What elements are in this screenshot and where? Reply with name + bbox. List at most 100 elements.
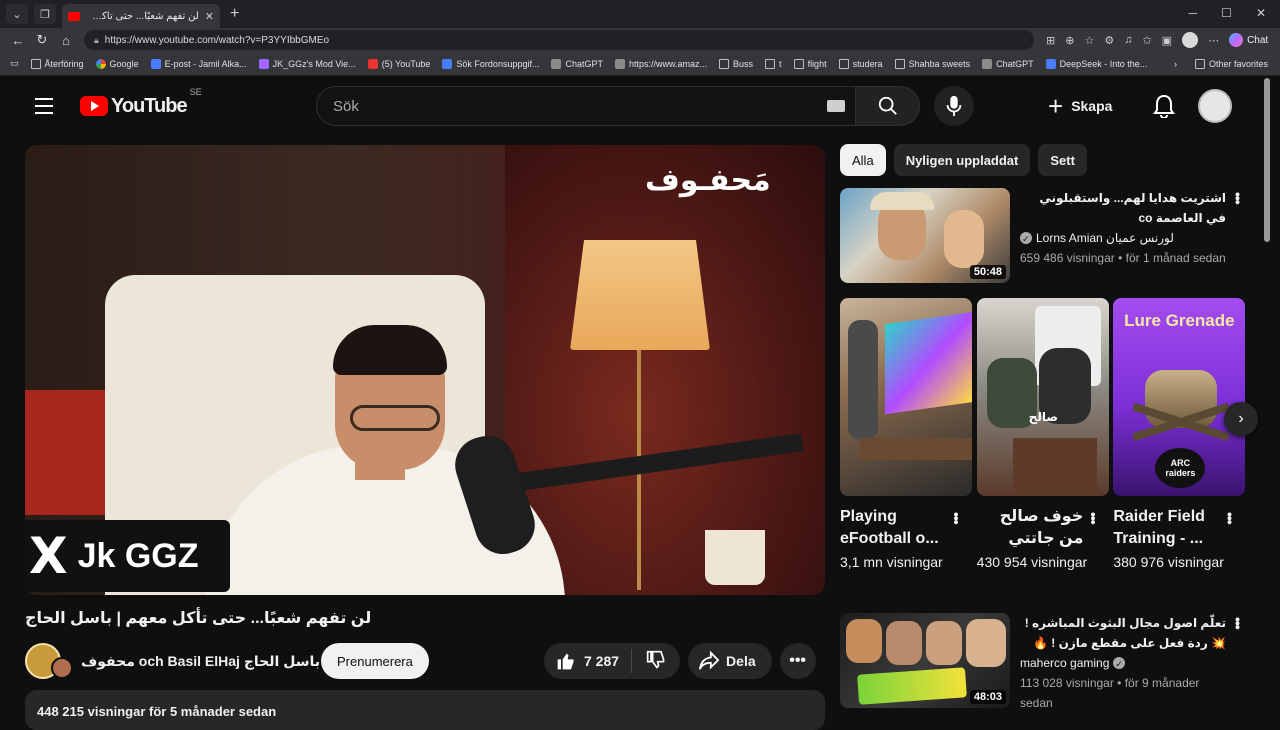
bookmark-item[interactable]: studera: [838, 58, 883, 69]
browser-menu-icon[interactable]: ⋯: [1208, 34, 1219, 47]
bookmark-item[interactable]: (5) YouTube: [367, 58, 430, 69]
bookmark-item[interactable]: ChatGPT: [982, 58, 1034, 69]
more-options-icon[interactable]: •••: [1230, 617, 1246, 629]
video-title[interactable]: اشتريت هدايا لهم... واستقبلوني في العاصم…: [1020, 188, 1226, 228]
tab-list-chevron-icon[interactable]: ⌄: [6, 4, 28, 24]
address-bar[interactable]: 🔒︎ https://www.youtube.com/watch?v=P3YYI…: [84, 30, 1034, 50]
views-and-date: 448 215 visningar för 5 månader sedan: [37, 704, 277, 719]
search-input[interactable]: Sök: [316, 86, 856, 126]
more-options-icon[interactable]: •••: [949, 512, 965, 524]
like-count: 7 287: [584, 653, 620, 669]
refresh-icon[interactable]: ↻: [30, 32, 54, 48]
chip-recently-uploaded[interactable]: Nyligen uppladdat: [893, 144, 1031, 176]
app-available-icon[interactable]: ⊞: [1046, 34, 1055, 47]
short-thumbnail[interactable]: صالح: [976, 298, 1109, 496]
channel-row: محفوف och Basil ElHaj باسل الحاج Prenume…: [25, 640, 825, 682]
lock-icon: 🔒︎: [94, 34, 99, 45]
search-button[interactable]: [856, 86, 920, 126]
collaborator-avatar[interactable]: [51, 657, 73, 679]
create-button[interactable]: + Skapa: [1036, 88, 1124, 124]
bookmark-item[interactable]: https://www.amaz...: [615, 58, 707, 69]
bookmark-item[interactable]: Sök Fordonsuppgif...: [442, 58, 539, 69]
video-thumbnail[interactable]: 50:48: [840, 188, 1010, 283]
bookmark-item[interactable]: Google: [95, 58, 139, 69]
channel-name[interactable]: Lorns Amian لورنس عميان: [1020, 228, 1226, 249]
shorts-shelf: Playing eFootball o... 3,1 mn visningar …: [840, 298, 1246, 572]
video-title: لن تفهم شعبًا... حتى تأكل معهم | باسل ال…: [25, 610, 372, 627]
other-favorites[interactable]: Other favorites: [1194, 58, 1268, 69]
chip-watched[interactable]: Sett: [1038, 144, 1087, 176]
short-item[interactable]: صالح خوف صالح من جاتتي شعبان... 430 954 …: [976, 298, 1110, 572]
browser-tab-active[interactable]: لن تفهم شعبًا... حتى تأكل معهم | باس ✕: [62, 4, 220, 28]
video-thumbnail[interactable]: 48:03: [840, 613, 1010, 708]
short-thumbnail[interactable]: [840, 298, 972, 496]
channel-name[interactable]: محفوف och Basil ElHaj باسل الحاج: [81, 652, 338, 670]
zoom-icon[interactable]: ⊕: [1065, 34, 1074, 47]
bookmark-item[interactable]: flight: [793, 58, 827, 69]
more-actions-button[interactable]: •••: [779, 643, 816, 679]
account-avatar[interactable]: [1198, 89, 1232, 123]
video-player[interactable]: مَحفـوف X Jk GGZ: [25, 145, 825, 595]
more-options-icon[interactable]: •••: [1230, 192, 1246, 204]
menu-hamburger-icon[interactable]: [24, 86, 64, 126]
bookmark-item[interactable]: Buss: [719, 58, 753, 69]
media-icon[interactable]: ♫: [1124, 34, 1132, 46]
keyboard-icon[interactable]: [827, 100, 845, 112]
bookmark-item[interactable]: E-post - Jamil Alka...: [150, 58, 247, 69]
favorites-icon[interactable]: ✩: [1142, 34, 1151, 47]
new-tab-button[interactable]: +: [230, 5, 239, 23]
like-button[interactable]: 7 287: [556, 649, 633, 673]
subscribe-button[interactable]: Prenumerera: [321, 643, 429, 679]
extensions-icon[interactable]: ⚙: [1104, 34, 1114, 47]
more-options-icon[interactable]: •••: [1222, 512, 1238, 524]
short-thumbnail[interactable]: Lure Grenade ARC raiders: [1113, 298, 1246, 496]
dislike-button[interactable]: [632, 650, 680, 673]
bookmarks-sidebar-icon[interactable]: ▭: [10, 58, 19, 69]
short-overlay-text: صالح: [1028, 410, 1058, 424]
favorite-star-icon[interactable]: ☆: [1084, 34, 1094, 47]
bookmarks-overflow-chevron-icon[interactable]: ›: [1174, 59, 1177, 69]
coffee-cup: [705, 530, 765, 585]
recommended-video[interactable]: 48:03 تعلّم اصول مجال البثوث المباشره ! …: [840, 613, 1250, 713]
arc-raiders-logo: ARC raiders: [1155, 448, 1206, 488]
bookmark-item[interactable]: ChatGPT: [551, 58, 603, 69]
workspaces-icon[interactable]: ❐: [34, 4, 56, 24]
profile-avatar-small[interactable]: [1182, 32, 1199, 48]
url-text: https://www.youtube.com/watch?v=P3YYIbbG…: [104, 34, 330, 46]
close-window-button[interactable]: ✕: [1256, 6, 1266, 20]
more-options-icon[interactable]: •••: [1085, 512, 1101, 524]
maximize-button[interactable]: ☐: [1221, 6, 1232, 20]
shorts-next-chevron-icon[interactable]: ›: [1224, 402, 1258, 436]
search-placeholder: Sök: [333, 97, 359, 115]
voice-search-button[interactable]: [934, 86, 974, 126]
bookmark-item[interactable]: Återföring: [30, 58, 84, 69]
short-item[interactable]: Lure Grenade ARC raiders Raider Field Tr…: [1113, 298, 1246, 572]
short-item[interactable]: Playing eFootball o... 3,1 mn visningar …: [840, 298, 973, 572]
close-tab-icon[interactable]: ✕: [205, 10, 214, 23]
bookmark-item[interactable]: JK_GGz's Mod Vie...: [258, 58, 356, 69]
chip-all[interactable]: Alla: [840, 144, 886, 176]
page-scrollbar[interactable]: [1264, 78, 1270, 242]
description-box[interactable]: 448 215 visningar för 5 månader sedan: [25, 690, 825, 730]
collections-icon[interactable]: ▣: [1162, 34, 1172, 47]
minimize-button[interactable]: ─: [1189, 6, 1198, 20]
notifications-button[interactable]: [1144, 86, 1184, 126]
channel-name[interactable]: maherco gaming: [1020, 653, 1226, 674]
folder-icon: [894, 58, 905, 69]
bookmark-item[interactable]: t: [765, 58, 782, 69]
recommended-video[interactable]: 50:48 اشتريت هدايا لهم... واستقبلوني في …: [840, 188, 1250, 283]
copilot-chat-button[interactable]: Chat: [1229, 33, 1268, 47]
youtube-logo[interactable]: YouTube SE: [80, 87, 202, 118]
video-title[interactable]: تعلّم اصول مجال البثوث المباشره ! 💥 ردة …: [1020, 613, 1226, 653]
home-icon[interactable]: ⌂: [54, 33, 78, 48]
bell-icon: [1153, 94, 1175, 118]
youtube-icon: [367, 58, 378, 69]
back-icon[interactable]: ←: [6, 33, 30, 48]
bookmarks-bar: ▭ Återföring Google E-post - Jamil Alka.…: [0, 52, 1280, 76]
bookmark-item[interactable]: Shahba sweets: [894, 58, 970, 69]
short-views: 3,1 mn visningar: [840, 554, 943, 570]
bookmark-item[interactable]: DeepSeek - Into the...: [1045, 58, 1147, 69]
deepseek-icon: [1045, 58, 1056, 69]
bookmark-label: Återföring: [44, 58, 84, 69]
share-button[interactable]: Dela: [688, 643, 772, 679]
